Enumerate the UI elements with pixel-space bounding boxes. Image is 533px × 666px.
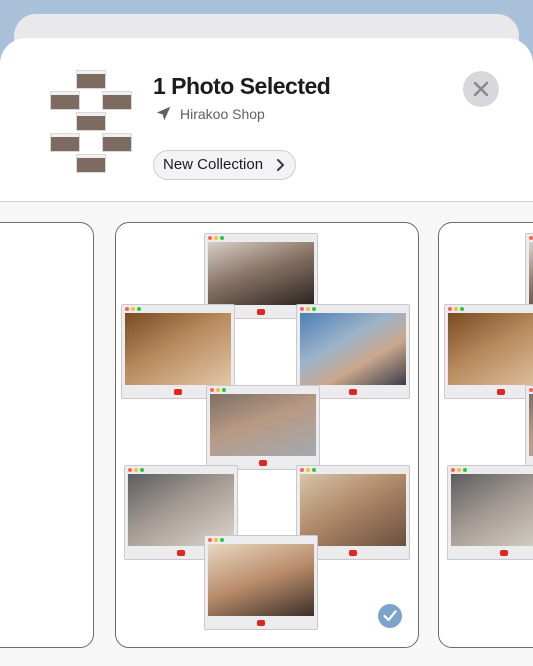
thumbnail-window <box>76 70 106 89</box>
shop-name: Hirakoo Shop <box>180 105 265 122</box>
thumbnail-window <box>102 91 132 110</box>
record-button-icon <box>174 389 182 395</box>
close-button[interactable] <box>463 71 499 107</box>
thumbnail-window <box>50 133 80 152</box>
new-collection-button[interactable]: New Collection <box>153 150 297 180</box>
record-button-icon <box>500 550 508 556</box>
record-button-icon <box>349 389 357 395</box>
collection-card[interactable] <box>438 222 533 648</box>
send-icon <box>156 106 171 121</box>
sheet-header: 1 Photo Selected Hirakoo Shop New Collec… <box>0 38 533 201</box>
photo-window <box>204 535 318 630</box>
photo <box>208 242 314 305</box>
chevron-right-icon <box>277 159 285 171</box>
photo <box>210 394 316 456</box>
collection-card-selected[interactable] <box>115 222 419 648</box>
close-icon <box>473 81 489 97</box>
record-button-icon <box>259 460 267 466</box>
photo-window <box>206 385 320 470</box>
photo <box>451 474 533 546</box>
record-button-icon <box>349 550 357 556</box>
collection-carousel[interactable] <box>0 202 533 666</box>
collection-card[interactable] <box>0 222 94 648</box>
record-button-icon <box>257 309 265 315</box>
record-button-icon <box>257 620 265 626</box>
shop-row[interactable]: Hirakoo Shop <box>155 105 265 122</box>
thumbnail-window <box>76 154 106 173</box>
photo-window <box>447 465 533 560</box>
photo <box>208 544 314 616</box>
new-collection-label: New Collection <box>163 156 264 173</box>
photo <box>300 313 406 385</box>
photo <box>529 394 533 456</box>
record-button-icon <box>177 550 185 556</box>
selection-title: 1 Photo Selected <box>153 73 331 99</box>
thumbnail-window <box>50 91 80 110</box>
photo <box>529 242 533 305</box>
photo-window <box>444 304 533 399</box>
photo-window <box>525 385 533 470</box>
selected-photo-thumbnail <box>50 70 132 180</box>
checkmark-icon <box>383 610 397 622</box>
thumbnail-window <box>76 112 106 131</box>
selected-check-button[interactable] <box>378 604 402 628</box>
photo <box>448 313 533 385</box>
collection-sheet: 1 Photo Selected Hirakoo Shop New Collec… <box>0 38 533 666</box>
photo <box>125 313 231 385</box>
record-button-icon <box>497 389 505 395</box>
thumbnail-window <box>102 133 132 152</box>
